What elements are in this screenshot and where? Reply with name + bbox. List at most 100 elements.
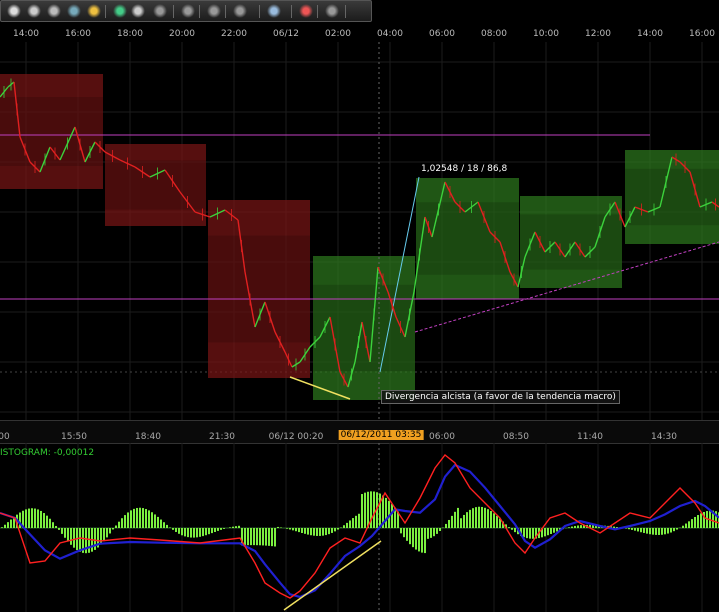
histogram-bar bbox=[148, 510, 150, 528]
histogram-bar bbox=[580, 525, 582, 528]
histogram-bar bbox=[496, 515, 498, 528]
histogram-bar bbox=[406, 528, 408, 541]
cursor-icon[interactable] bbox=[7, 4, 21, 18]
histogram-bar bbox=[1, 527, 3, 528]
top-axis-tick-label: 06/12 bbox=[273, 29, 299, 39]
histogram-bar bbox=[628, 528, 630, 530]
toolbar-separator bbox=[173, 5, 174, 18]
top-time-axis: 14:00 16:00 18:00 20:00 22:00 06/12 02:00 04:00… bbox=[0, 28, 719, 42]
eraser-icon[interactable] bbox=[299, 4, 313, 18]
histogram-bar bbox=[424, 528, 426, 554]
channel-icon[interactable] bbox=[207, 4, 221, 18]
time-axis-tick-label: 06/12 00:20 bbox=[268, 432, 324, 442]
time-axis-tick-label: 06:00 bbox=[429, 432, 455, 442]
histogram-bar bbox=[307, 528, 309, 535]
time-axis-tick-label: 08:50 bbox=[503, 432, 529, 442]
line-tool-icon[interactable] bbox=[153, 4, 167, 18]
histogram-bar bbox=[700, 513, 702, 528]
histogram-bar bbox=[37, 509, 39, 528]
histogram-bar bbox=[658, 528, 660, 535]
histogram-bar bbox=[529, 528, 531, 539]
trendline-icon[interactable] bbox=[181, 4, 195, 18]
histogram-bar bbox=[448, 519, 450, 528]
histogram-bar bbox=[124, 515, 126, 528]
histogram-bar bbox=[61, 528, 63, 534]
histogram-bar bbox=[178, 528, 180, 534]
globe-icon[interactable] bbox=[67, 4, 81, 18]
top-axis-tick-label: 20:00 bbox=[169, 29, 195, 39]
histogram-bar bbox=[193, 528, 195, 538]
histogram-bar bbox=[40, 510, 42, 528]
histogram-bar bbox=[295, 528, 297, 532]
histogram-bar bbox=[574, 525, 576, 528]
session-box-band bbox=[520, 214, 622, 270]
histogram-bar bbox=[664, 528, 666, 535]
histogram-bar bbox=[313, 528, 315, 536]
settings-icon[interactable] bbox=[325, 4, 339, 18]
top-axis-tick-label: 22:00 bbox=[221, 29, 247, 39]
histogram-bar bbox=[433, 528, 435, 537]
histogram-bar bbox=[361, 494, 363, 528]
histogram-bar bbox=[676, 528, 678, 530]
macd-indicator-chart[interactable] bbox=[0, 443, 719, 612]
histogram-bar bbox=[661, 528, 663, 535]
drawing-toolbar bbox=[0, 0, 372, 22]
histogram-bar bbox=[667, 528, 669, 534]
copy-icon[interactable] bbox=[131, 4, 145, 18]
histogram-bar bbox=[634, 528, 636, 531]
top-axis-tick-label: 14:00 bbox=[637, 29, 663, 39]
histogram-bar bbox=[514, 528, 516, 533]
histogram-bar bbox=[31, 508, 33, 528]
histogram-bar bbox=[52, 522, 54, 528]
histogram-bar bbox=[229, 527, 231, 528]
histogram-bar bbox=[673, 528, 675, 532]
histogram-bar bbox=[127, 512, 129, 528]
histogram-bar bbox=[109, 528, 111, 534]
histogram-bar bbox=[484, 507, 486, 528]
histogram-bar bbox=[328, 528, 330, 535]
histogram-bar bbox=[64, 528, 66, 538]
histogram-bar bbox=[343, 525, 345, 528]
histogram-bar bbox=[412, 528, 414, 548]
histogram-bar bbox=[259, 528, 261, 546]
histogram-bar bbox=[301, 528, 303, 533]
histogram-bar bbox=[166, 524, 168, 528]
histogram-bar bbox=[7, 522, 9, 528]
histogram-bar bbox=[631, 528, 633, 530]
histogram-bar bbox=[568, 527, 570, 528]
histogram-bar bbox=[466, 512, 468, 528]
histogram-bar bbox=[454, 511, 456, 528]
histogram-bar bbox=[235, 526, 237, 528]
toolbar-separator bbox=[317, 5, 318, 18]
histogram-bar bbox=[688, 521, 690, 528]
histogram-bar bbox=[208, 528, 210, 535]
ellipse-icon[interactable] bbox=[267, 4, 281, 18]
histogram-bar bbox=[103, 528, 105, 542]
price-chart[interactable] bbox=[0, 42, 719, 420]
histogram-bar bbox=[79, 528, 81, 552]
pitchfork-icon[interactable] bbox=[233, 4, 247, 18]
histogram-bar bbox=[685, 523, 687, 528]
histogram-bar bbox=[118, 521, 120, 528]
histogram-bar bbox=[49, 518, 51, 528]
histogram-bar bbox=[157, 516, 159, 528]
histogram-bar bbox=[184, 528, 186, 537]
histogram-bar bbox=[58, 528, 60, 530]
histogram-bar bbox=[274, 528, 276, 547]
pencil-icon[interactable] bbox=[87, 4, 101, 18]
histogram-bar bbox=[217, 528, 219, 531]
histogram-bar bbox=[337, 528, 339, 530]
flag-icon[interactable] bbox=[113, 4, 127, 18]
histogram-bar bbox=[532, 528, 534, 539]
histogram-bar bbox=[613, 526, 615, 528]
eye-icon[interactable] bbox=[47, 4, 61, 18]
speech-icon[interactable] bbox=[27, 4, 41, 18]
histogram-bar bbox=[451, 515, 453, 528]
session-box-band bbox=[105, 160, 206, 210]
time-axis-tick-label: 14:30 bbox=[651, 432, 677, 442]
top-axis-tick-label: 06:00 bbox=[429, 29, 455, 39]
histogram-bar bbox=[460, 518, 462, 528]
histogram-bar bbox=[214, 528, 216, 532]
histogram-bar bbox=[187, 528, 189, 538]
histogram-bar bbox=[478, 506, 480, 528]
